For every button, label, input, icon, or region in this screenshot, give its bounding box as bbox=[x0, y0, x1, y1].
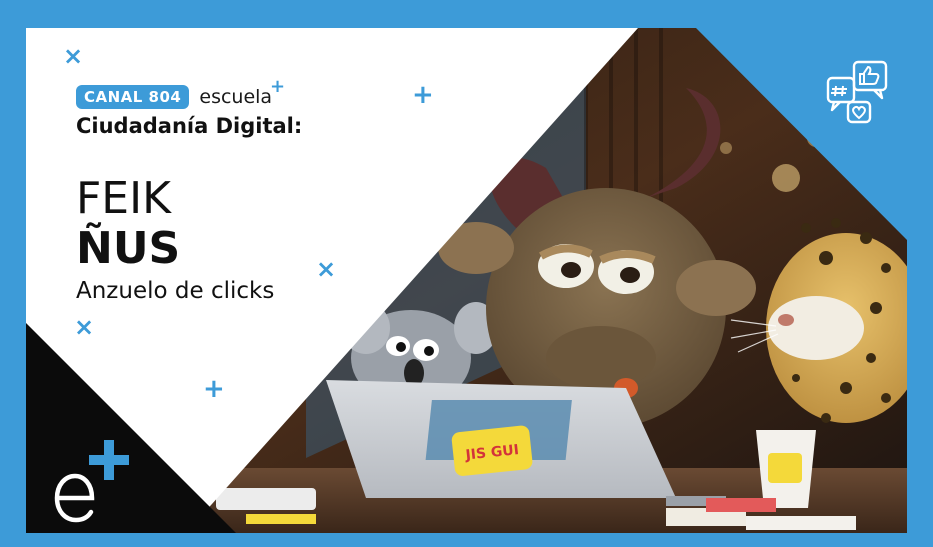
e-plus-logo-icon bbox=[54, 440, 129, 523]
escuela-wordmark: escuela + bbox=[199, 76, 285, 108]
decor-plus: + bbox=[412, 80, 434, 110]
channel-badge: CANAL 804 bbox=[76, 85, 190, 109]
decor-cross: × bbox=[63, 42, 84, 70]
thumbnail-frame: JIS GUI CANAL 804 escuela + Ciudadanía D… bbox=[0, 0, 933, 547]
series-title: Ciudadanía Digital: bbox=[76, 114, 303, 138]
decor-cross: × bbox=[316, 255, 337, 283]
escuela-label: escuela bbox=[199, 86, 273, 108]
decor-plus: + bbox=[203, 374, 225, 404]
title-line-2: ÑUS bbox=[76, 223, 181, 274]
social-hashtag-like-heart-icon bbox=[826, 60, 888, 124]
decor-cross: × bbox=[74, 313, 95, 341]
thumbnail-canvas: JIS GUI CANAL 804 escuela + Ciudadanía D… bbox=[26, 28, 907, 533]
brand-row: CANAL 804 escuela + bbox=[76, 76, 285, 110]
escuela-plus-mark: + bbox=[269, 76, 286, 97]
episode-subtitle: Anzuelo de clicks bbox=[76, 278, 275, 304]
title-line-1: FEIK bbox=[76, 173, 171, 224]
